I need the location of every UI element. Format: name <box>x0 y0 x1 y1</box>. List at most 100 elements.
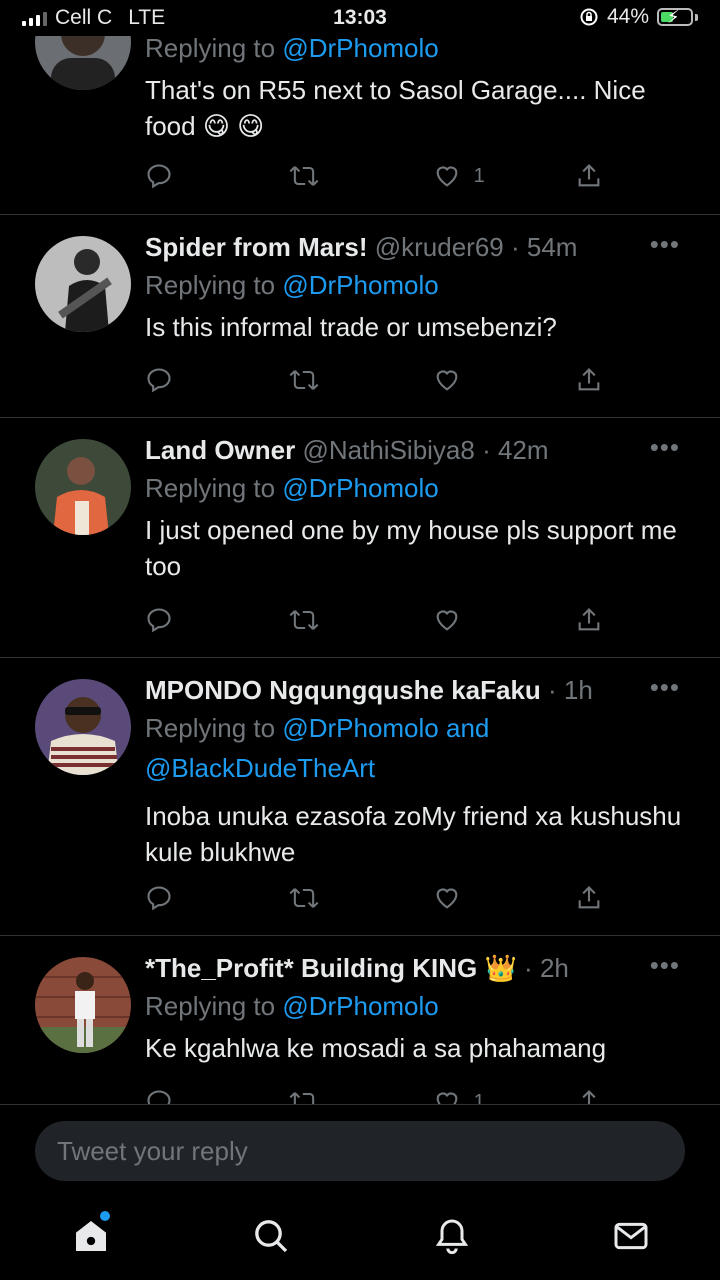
retweet-button[interactable] <box>288 1082 328 1104</box>
more-options-icon[interactable]: ••• <box>650 432 680 463</box>
reply-feed[interactable]: Replying to @DrPhomolo That's on R55 nex… <box>0 0 720 1104</box>
retweet-button[interactable] <box>288 360 328 400</box>
battery-icon: ⚡ <box>657 7 693 27</box>
user-handle[interactable]: @kruder69 <box>375 232 504 262</box>
mention-link[interactable]: @DrPhomolo <box>282 713 438 743</box>
tweet-header: *The_Profit* Building KING 👑 · 2h <box>145 950 690 986</box>
tab-messages[interactable] <box>611 1216 651 1256</box>
share-button[interactable] <box>575 600 615 640</box>
tweet-actions <box>145 360 615 400</box>
share-icon <box>578 608 600 631</box>
mention-link[interactable]: @DrPhomolo <box>282 991 438 1021</box>
reply-icon <box>147 164 171 189</box>
tweet-text: That's on R55 next to Sasol Garage.... N… <box>145 75 646 141</box>
search-icon <box>255 1220 288 1253</box>
reply-icon <box>147 608 171 633</box>
tweet-text: Inoba unuka ezasofa zoMy friend xa kushu… <box>145 801 682 867</box>
tab-notifications[interactable] <box>432 1216 472 1256</box>
retweet-button[interactable] <box>288 600 328 640</box>
like-button[interactable] <box>432 878 472 918</box>
tweet-text: I just opened one by my house pls suppor… <box>145 515 677 581</box>
notifications-icon <box>435 1219 469 1255</box>
separator-dot: · <box>516 953 540 983</box>
tweet[interactable]: Spider from Mars! @kruder69 · 54m ••• Re… <box>0 215 720 418</box>
rotation-lock-icon <box>580 8 598 26</box>
reply-button[interactable] <box>145 600 185 640</box>
tweet-text: Is this informal trade or umsebenzi? <box>145 312 557 342</box>
share-button[interactable] <box>575 156 615 196</box>
replying-prefix: Replying to <box>145 270 276 300</box>
reply-input[interactable] <box>35 1121 685 1181</box>
reply-icon <box>147 1090 171 1104</box>
mention-link[interactable]: @DrPhomolo <box>282 270 438 300</box>
more-options-icon[interactable]: ••• <box>650 229 680 260</box>
replying-to: Replying to @DrPhomolo <box>145 468 690 508</box>
reply-icon <box>147 368 171 393</box>
mention-link[interactable]: @DrPhomolo <box>282 33 438 63</box>
like-button[interactable]: 1 <box>432 1082 485 1104</box>
heart-icon <box>436 610 458 631</box>
tweet[interactable]: MPONDO Ngqungqushe kaFaku · 1h ••• Reply… <box>0 658 720 936</box>
tab-home[interactable] <box>71 1216 111 1256</box>
home-notification-dot <box>100 1211 110 1221</box>
reply-button[interactable] <box>145 360 185 400</box>
retweet-icon <box>289 166 319 186</box>
display-name[interactable]: MPONDO Ngqungqushe kaFaku <box>145 675 541 705</box>
reply-icon <box>147 886 171 911</box>
home-icon <box>76 1221 106 1251</box>
tweet[interactable]: Land Owner @NathiSibiya8 · 42m ••• Reply… <box>0 418 720 658</box>
heart-icon <box>436 1092 458 1104</box>
like-button[interactable] <box>432 360 472 400</box>
reply-button[interactable] <box>145 156 185 196</box>
more-options-icon[interactable]: ••• <box>650 950 680 981</box>
timestamp: 1h <box>563 675 593 705</box>
retweet-icon <box>289 1092 315 1104</box>
mention-link[interactable]: @DrPhomolo <box>282 473 438 503</box>
replying-prefix: Replying to <box>145 473 276 503</box>
avatar[interactable] <box>35 439 131 535</box>
tweet-header: MPONDO Ngqungqushe kaFaku · 1h <box>145 672 690 708</box>
tweet-actions <box>145 600 615 640</box>
replying-to: Replying to @DrPhomolo <box>145 986 690 1026</box>
replying-prefix: Replying to <box>145 33 276 63</box>
heart-icon <box>436 370 458 391</box>
mention-link[interactable]: @BlackDudeTheArt <box>145 753 375 783</box>
user-handle[interactable]: @NathiSibiya8 <box>302 435 474 465</box>
more-options-icon[interactable]: ••• <box>650 672 680 703</box>
share-icon <box>578 368 600 391</box>
display-name[interactable]: Spider from Mars! <box>145 232 368 262</box>
replying-prefix: Replying to <box>145 713 276 743</box>
retweet-icon <box>289 888 319 908</box>
display-name[interactable]: Land Owner <box>145 435 295 465</box>
tweet-header: Land Owner @NathiSibiya8 · 42m <box>145 432 690 468</box>
avatar[interactable] <box>35 236 131 332</box>
tweet-text: Ke kgahlwa ke mosadi a sa phahamang <box>145 1033 607 1063</box>
tweet-actions: 1 <box>145 156 615 196</box>
tweet[interactable]: *The_Profit* Building KING 👑 · 2h ••• Re… <box>0 936 720 1104</box>
reply-button[interactable] <box>145 878 185 918</box>
battery-percent: 44% <box>606 5 649 28</box>
share-button[interactable] <box>575 360 615 400</box>
messages-icon <box>614 1222 648 1250</box>
reply-button[interactable] <box>145 1082 185 1104</box>
share-icon <box>578 164 600 187</box>
tab-search[interactable] <box>251 1216 291 1256</box>
avatar[interactable] <box>35 679 131 775</box>
share-icon <box>578 886 600 909</box>
like-button[interactable] <box>432 600 472 640</box>
timestamp: 54m <box>526 232 578 262</box>
like-button[interactable]: 1 <box>432 156 485 196</box>
avatar[interactable] <box>35 957 131 1053</box>
tweet-header: Spider from Mars! @kruder69 · 54m <box>145 229 690 265</box>
display-name[interactable]: *The_Profit* Building KING 👑 <box>145 953 517 983</box>
separator-dot: · <box>474 435 498 465</box>
share-icon <box>582 1090 596 1104</box>
retweet-button[interactable] <box>288 156 328 196</box>
retweet-button[interactable] <box>288 878 328 918</box>
status-right: 44% ⚡ <box>579 5 698 29</box>
share-button[interactable] <box>575 878 615 918</box>
tweet-actions <box>145 878 615 918</box>
separator-dot: · <box>540 675 564 705</box>
like-count: 1 <box>473 1090 485 1105</box>
share-button[interactable] <box>575 1082 615 1104</box>
